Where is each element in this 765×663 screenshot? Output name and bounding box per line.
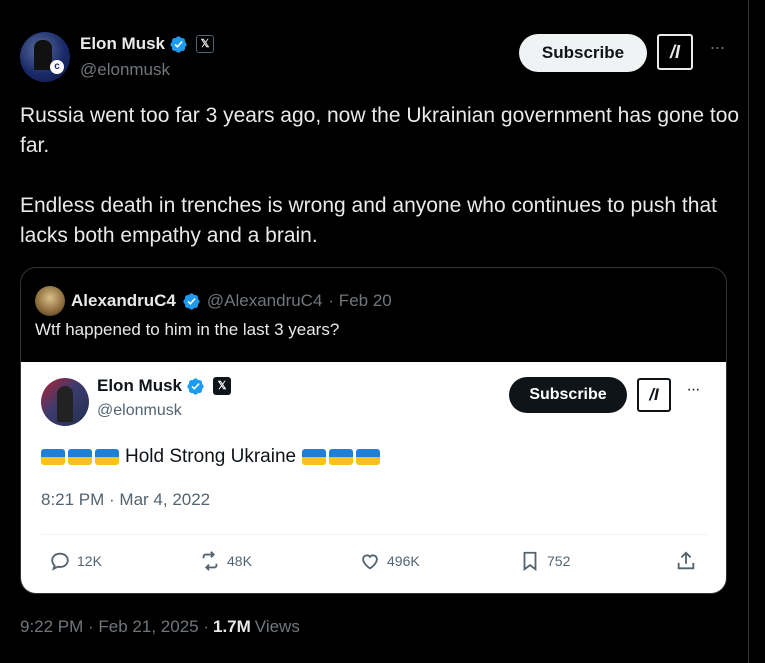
more-icon: ··· [686,381,701,398]
author-name-row: Elon Musk 𝕏 [80,34,215,54]
ukraine-flag-icon [356,449,381,465]
verified-badge-icon [170,35,187,53]
more-icon[interactable]: ··· [705,38,729,62]
tweet-meta: 9:22 PM · Feb 21, 2025 · 1.7M Views [20,617,300,637]
share-icon [677,551,695,570]
quote-text: Wtf happened to him in the last 3 years? [35,320,340,339]
reply-action: 12K [49,550,102,572]
ukraine-flag-icon [302,449,327,465]
like-count: 496K [387,553,420,569]
avatar-badge: c [50,60,64,74]
x-logo-icon: 𝕏 [196,35,215,53]
author-name[interactable]: Elon Musk [80,34,165,54]
author-handle[interactable]: @elonmusk [80,60,170,80]
ukraine-flag-icon [329,449,354,465]
like-icon [362,554,378,570]
x-logo-icon: 𝕏 [213,377,232,395]
embedded-tweet-image[interactable]: Elon Musk 𝕏 @elonmusk Subscribe /I ··· H… [21,362,726,593]
bookmark-count: 752 [547,553,571,569]
grok-icon: /I [637,378,671,412]
tweet-header: c Elon Musk 𝕏 @elonmusk Subscribe /I ··· [20,28,730,84]
avatar[interactable]: c [20,32,70,82]
bookmark-action: 752 [519,550,570,572]
tweet-timestamp[interactable]: 9:22 PM · Feb 21, 2025 · [20,617,209,637]
embedded-timestamp: 8:21 PM · Mar 4, 2022 [41,490,211,509]
verified-badge-icon [187,377,204,395]
bookmark-icon [523,551,537,572]
quote-author-name[interactable]: AlexandruC4 [71,291,176,311]
repost-icon [202,551,218,571]
ukraine-flag-icon [68,449,92,465]
embedded-author-name: Elon Musk [97,376,183,395]
embedded-name-row: Elon Musk 𝕏 [97,376,232,396]
ukraine-flag-icon [41,449,65,465]
reply-icon [51,552,69,571]
tweet-paragraph: Russia went too far 3 years ago, now the… [20,104,740,157]
embedded-avatar-figure [57,386,73,422]
quote-header: AlexandruC4 @AlexandruC4 · Feb 20 [35,286,392,316]
embedded-tweet-text: Hold Strong Ukraine [125,446,297,467]
like-action: 496K [359,550,420,572]
quote-author-handle[interactable]: @AlexandruC4 [207,291,323,311]
embedded-tweet-text-row: Hold Strong Ukraine [41,446,381,468]
subscribe-button[interactable]: Subscribe [519,34,647,72]
column-divider [748,0,749,663]
flags-left [41,449,119,465]
repost-action: 48K [199,550,252,572]
embedded-subscribe-button: Subscribe [509,377,627,413]
divider [41,534,707,535]
views-count: 1.7M [213,617,251,636]
verified-badge-icon [183,292,200,310]
share-action [675,550,697,572]
embedded-author-handle: @elonmusk [97,402,182,419]
grok-icon[interactable]: /I [657,34,693,70]
ukraine-flag-icon [95,449,119,465]
embedded-action-bar: 12K 48K 496K 752 [49,550,709,574]
quote-tweet-card[interactable]: AlexandruC4 @AlexandruC4 · Feb 20 Wtf ha… [20,267,727,594]
tweet-paragraph: Endless death in trenches is wrong and a… [20,194,717,247]
quote-date: · Feb 20 [328,291,392,310]
repost-count: 48K [227,553,252,569]
views-label: Views [254,617,300,636]
quote-avatar[interactable] [35,286,65,316]
tweet-body: Russia went too far 3 years ago, now the… [20,101,740,251]
embedded-avatar [41,378,89,426]
flags-right [302,449,381,465]
reply-count: 12K [77,553,102,569]
